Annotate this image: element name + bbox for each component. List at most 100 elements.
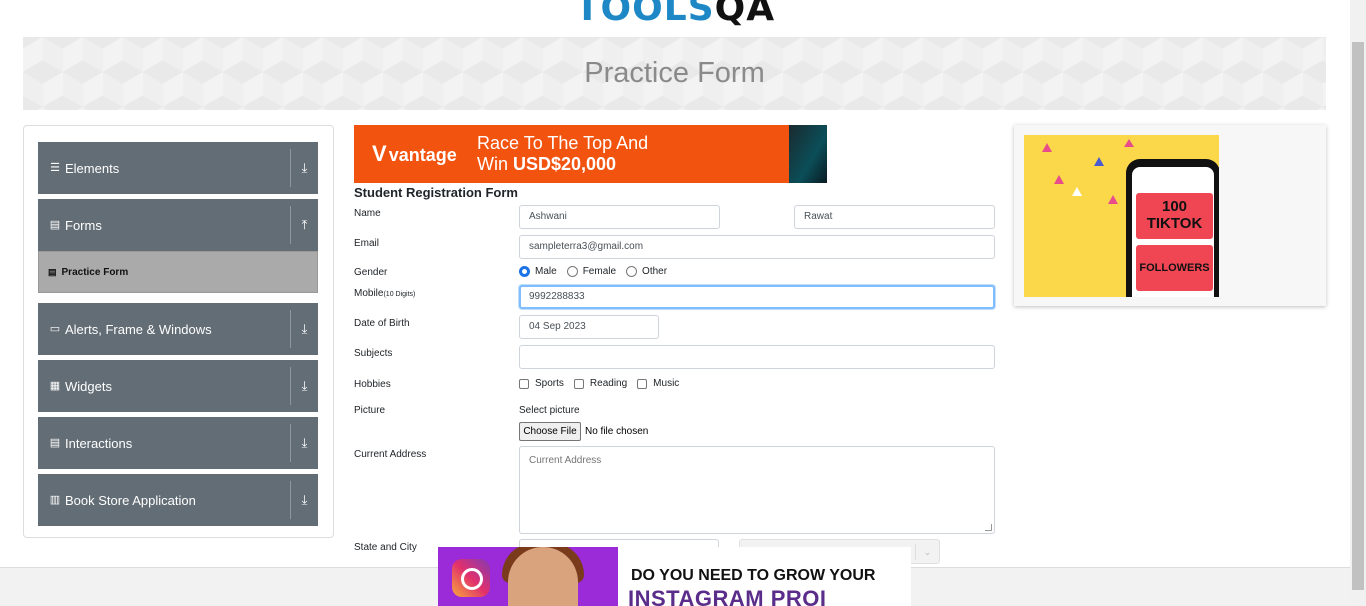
gender-radio-group: Male Female Other [519, 266, 677, 277]
sidebar-group-label: Forms [65, 217, 102, 233]
vantage-v-icon: V [372, 141, 387, 166]
page-root: TOOLS QA Practice Form ☰ Elements ⤓ ▤ Fo… [0, 0, 1366, 606]
gender-male-option[interactable]: Male [519, 266, 557, 277]
hobby-reading-option[interactable]: Reading [573, 378, 627, 389]
tiktok-ad-image: 100 TIKTOK FOLLOWERS [1024, 135, 1219, 297]
mobile-hint: (10 Digits) [383, 291, 416, 298]
sidebar-item-practice-form[interactable]: ▤ Practice Form [38, 251, 318, 293]
instagram-ad-banner[interactable]: DO YOU NEED TO GROW YOUR INSTAGRAM PROI [438, 547, 911, 606]
hobby-music-option[interactable]: Music [637, 378, 679, 389]
sidebar-group-widgets[interactable]: ▦ Widgets ⤓ [38, 360, 318, 412]
window-icon: ▭ [49, 323, 61, 335]
gender-male-label[interactable]: Male [535, 266, 557, 277]
vantage-logo: Vvantage [372, 141, 477, 167]
email-label: Email [354, 238, 380, 249]
ad-prize-amount: USD$20,000 [513, 154, 617, 174]
picture-label: Picture [354, 405, 386, 416]
gender-other-label[interactable]: Other [642, 266, 667, 277]
confetti-icon [1042, 143, 1052, 152]
widgets-icon: ▦ [49, 380, 61, 392]
toolsqa-logo[interactable]: TOOLS QA [575, 0, 775, 30]
scrollbar-thumb[interactable] [1352, 42, 1364, 590]
vantage-ad-banner[interactable]: Vvantage Race To The Top And Win USD$20,… [354, 125, 827, 183]
sidebar-group-bookstore[interactable]: ▥ Book Store Application ⤓ [38, 474, 318, 526]
first-name-input[interactable]: Ashwani [519, 205, 720, 229]
ad-side-image [789, 125, 827, 183]
collapse-arrow-icon[interactable]: ⤒ [290, 206, 318, 244]
sidebar-group-label: Book Store Application [65, 492, 196, 508]
menu-icon: ☰ [50, 162, 60, 174]
hobby-reading-checkbox[interactable] [573, 378, 584, 389]
sidebar: ☰ Elements ⤓ ▤ Forms ⤒ ▤ Practice Form ▭… [23, 125, 334, 538]
expand-arrow-icon[interactable]: ⤓ [290, 424, 318, 462]
gender-male-radio[interactable] [519, 266, 530, 277]
chevron-down-icon: ⌄ [915, 544, 939, 560]
sidebar-group-label: Elements [65, 160, 120, 176]
mobile-label-text: Mobile [354, 288, 384, 299]
instagram-icon [452, 559, 490, 597]
no-file-chosen-text: No file chosen [585, 426, 649, 437]
hobby-music-label[interactable]: Music [653, 378, 679, 389]
expand-arrow-icon[interactable]: ⤓ [290, 481, 318, 519]
gender-other-option[interactable]: Other [626, 266, 667, 277]
name-label: Name [354, 208, 381, 219]
tiktok-ad[interactable]: 100 TIKTOK FOLLOWERS [1014, 125, 1326, 306]
ad-headline-prefix: Win [477, 154, 513, 174]
form-icon: ▤ [49, 219, 61, 231]
date-of-birth-input[interactable]: 04 Sep 2023 [519, 315, 659, 339]
interactions-icon: ▤ [49, 437, 61, 449]
page-header-banner: Practice Form [23, 37, 1326, 110]
email-input[interactable]: sampleterra3@gmail.com [519, 235, 995, 259]
subjects-input[interactable] [519, 345, 995, 369]
expand-arrow-icon[interactable]: ⤓ [290, 310, 318, 348]
sidebar-group-interactions[interactable]: ▤ Interactions ⤓ [38, 417, 318, 469]
hobby-reading-label[interactable]: Reading [590, 378, 627, 389]
confetti-icon [1072, 187, 1082, 196]
sidebar-group-label: Widgets [65, 378, 112, 394]
sidebar-group-label: Alerts, Frame & Windows [65, 321, 212, 337]
sidebar-group-forms[interactable]: ▤ Forms ⤒ [38, 199, 318, 251]
hobbies-label: Hobbies [354, 379, 391, 390]
expand-arrow-icon[interactable]: ⤓ [290, 149, 318, 187]
sidebar-group-elements[interactable]: ☰ Elements ⤓ [38, 142, 318, 194]
hobby-music-checkbox[interactable] [637, 378, 648, 389]
current-address-placeholder: Current Address [529, 455, 602, 466]
mobile-input[interactable]: 9992288833 [519, 285, 995, 309]
confetti-icon [1124, 139, 1134, 147]
vantage-brand-text: vantage [388, 145, 457, 165]
gender-other-radio[interactable] [626, 266, 638, 277]
followers-box: FOLLOWERS [1136, 245, 1213, 291]
subjects-label: Subjects [354, 348, 393, 359]
vertical-scrollbar[interactable] [1350, 0, 1366, 606]
gender-female-radio[interactable] [566, 266, 578, 277]
sidebar-group-alerts[interactable]: ▭ Alerts, Frame & Windows ⤓ [38, 303, 318, 355]
sidebar-item-label: Practice Form [61, 266, 129, 278]
dob-label: Date of Birth [354, 318, 410, 329]
tiktok-ad-title: TIKTOK [1146, 215, 1203, 232]
hobbies-checkbox-group: Sports Reading Music [519, 378, 689, 389]
current-address-textarea[interactable]: Current Address [519, 446, 995, 534]
gender-label: Gender [354, 267, 388, 278]
tiktok-ad-number: 100 [1161, 198, 1188, 215]
gender-female-option[interactable]: Female [566, 266, 616, 277]
form-title: Student Registration Form [354, 185, 518, 200]
confetti-icon [1054, 175, 1064, 184]
bookstore-icon: ▥ [49, 494, 61, 506]
choose-file-button[interactable]: Choose File [519, 422, 581, 441]
document-icon: ▤ [48, 266, 57, 277]
ad-headline-2: INSTAGRAM PROI [628, 586, 827, 606]
hobby-sports-label[interactable]: Sports [535, 378, 564, 389]
ad-headline-2: Win USD$20,000 [477, 154, 648, 175]
resize-handle-icon[interactable] [985, 524, 992, 531]
last-name-input[interactable]: Rawat [794, 205, 995, 229]
hobby-sports-option[interactable]: Sports [519, 378, 564, 389]
state-city-label: State and City [354, 542, 417, 553]
gender-female-label[interactable]: Female [583, 266, 616, 277]
tiktok-count-box: 100 TIKTOK [1136, 193, 1213, 239]
expand-arrow-icon[interactable]: ⤓ [290, 367, 318, 405]
ad-headline-1: DO YOU NEED TO GROW YOUR [631, 567, 876, 584]
confetti-icon [1094, 157, 1104, 166]
current-address-label: Current Address [354, 449, 427, 460]
select-picture-label: Select picture [519, 405, 580, 416]
hobby-sports-checkbox[interactable] [519, 378, 529, 389]
